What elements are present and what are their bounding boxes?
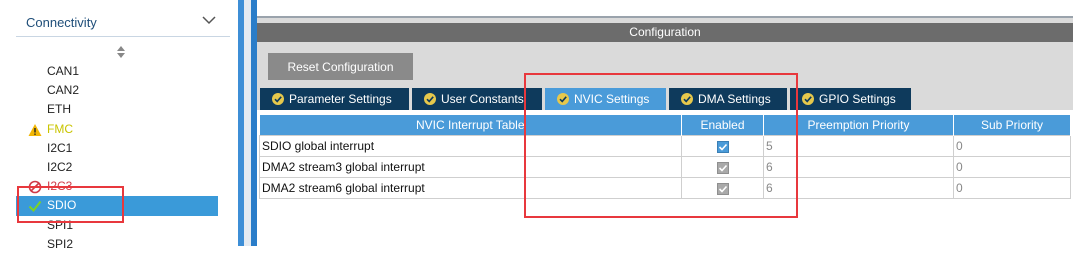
sidebar-item-label: I2C1 xyxy=(47,140,73,155)
sidebar-item-eth[interactable]: ETH xyxy=(16,100,218,119)
tab-label: User Constants xyxy=(441,92,524,106)
sidebar-item-label: CAN2 xyxy=(47,83,80,98)
sidebar-item-i2c2[interactable]: I2C2 xyxy=(16,158,218,177)
sidebar-item-can2[interactable]: CAN2 xyxy=(16,81,218,100)
category-title: Connectivity xyxy=(26,15,97,30)
tab-label: GPIO Settings xyxy=(819,92,896,106)
sidebar-item-label: I2C2 xyxy=(47,159,73,174)
sub-priority[interactable]: 0 xyxy=(953,156,1071,178)
mode-panel xyxy=(257,0,1073,18)
sidebar-item-label: ETH xyxy=(47,102,71,117)
sidebar-item-spi2[interactable]: SPI2 xyxy=(16,235,218,254)
sidebar-item-label: CAN1 xyxy=(47,64,80,78)
configuration-header: Configuration xyxy=(257,23,1073,42)
sort-icon[interactable] xyxy=(116,45,126,59)
sidebar-item-label: FMC xyxy=(47,121,73,136)
sidebar-item-i2c1[interactable]: I2C1 xyxy=(16,139,218,158)
sidebar-item-fmc[interactable]: FMC xyxy=(16,120,218,139)
category-header[interactable]: Connectivity xyxy=(16,5,230,37)
chevron-down-icon[interactable] xyxy=(202,15,216,25)
check-circle-icon xyxy=(272,93,284,105)
warning-icon xyxy=(28,123,42,136)
highlight-box-nvic xyxy=(524,73,798,218)
tab-parameter-settings[interactable]: Parameter Settings xyxy=(260,88,409,110)
tab-user-constants[interactable]: User Constants xyxy=(412,88,542,110)
tab-gpio-settings[interactable]: GPIO Settings xyxy=(790,88,911,110)
sub-priority[interactable]: 0 xyxy=(953,177,1071,199)
sidebar-item-label: SPI2 xyxy=(47,236,74,251)
check-circle-icon xyxy=(802,93,814,105)
splitter[interactable] xyxy=(244,0,251,246)
column-header-sub-priority: Sub Priority xyxy=(953,115,1071,136)
sidebar-item-can1[interactable]: CAN1 xyxy=(16,62,218,81)
reset-configuration-button[interactable]: Reset Configuration xyxy=(268,53,413,80)
peripheral-list: CAN1 CAN2 ETH FMC I2C1 I2C2 I2C3 SDIO SP… xyxy=(16,62,218,254)
tab-label: Parameter Settings xyxy=(289,92,392,106)
check-circle-icon xyxy=(424,93,436,105)
sub-priority[interactable]: 0 xyxy=(953,135,1071,157)
highlight-box-sdio xyxy=(17,186,124,223)
